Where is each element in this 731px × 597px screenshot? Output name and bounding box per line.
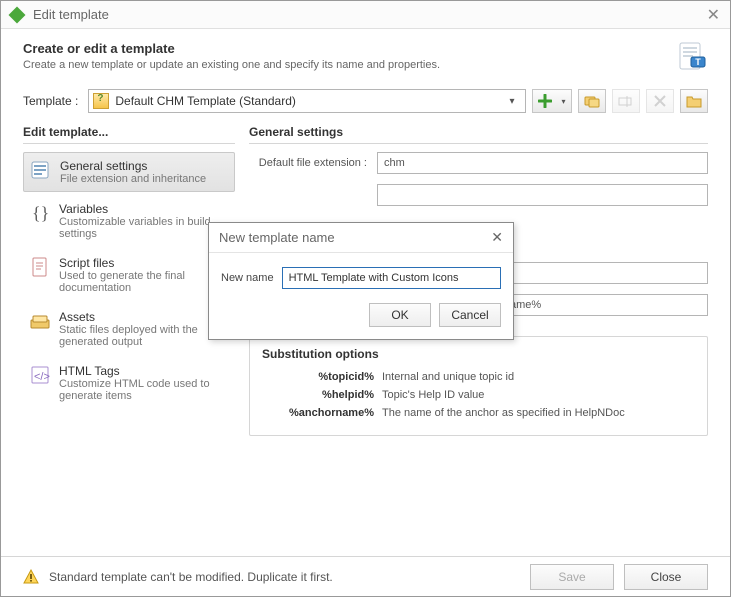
open-folder-button[interactable]: [680, 89, 708, 113]
close-icon[interactable]: ✕: [491, 229, 503, 246]
titlebar: Edit template ✕: [1, 1, 730, 29]
close-icon[interactable]: ✕: [707, 5, 720, 25]
new-template-name-dialog: New template name ✕ New name OK Cancel: [208, 222, 514, 340]
sidebar-item-script-files[interactable]: Script files Used to generate the final …: [23, 250, 235, 300]
add-template-button[interactable]: ▾: [532, 89, 572, 113]
subst-row: %anchorname% The name of the anchor as s…: [262, 407, 695, 419]
sidebar-item-variables[interactable]: {} Variables Customizable variables in b…: [23, 196, 235, 246]
ext-label: Default file extension :: [249, 157, 377, 169]
svg-text:T: T: [695, 57, 701, 67]
html-tags-icon: </>: [29, 364, 51, 386]
sidebar-item-general-settings[interactable]: General settings File extension and inhe…: [23, 152, 235, 192]
svg-text:</>: </>: [34, 371, 50, 383]
sidebar-item-label: Script files: [59, 256, 229, 270]
ext-input[interactable]: chm: [377, 152, 708, 174]
plus-icon: [538, 94, 552, 108]
cancel-button[interactable]: Cancel: [439, 303, 501, 327]
delete-template-button: [646, 89, 674, 113]
template-item-icon: [93, 93, 109, 109]
general-settings-icon: [30, 159, 52, 181]
inherit-input[interactable]: [377, 184, 708, 206]
sidebar-item-sublabel: Customizable variables in build settings: [59, 216, 229, 240]
panel-title: General settings: [249, 125, 708, 144]
svg-text:{}: {}: [32, 203, 49, 223]
folder-icon: [686, 94, 702, 108]
rename-icon: [618, 94, 634, 108]
sidebar-item-label: HTML Tags: [59, 364, 229, 378]
script-files-icon: [29, 256, 51, 278]
delete-x-icon: [654, 95, 666, 107]
close-button[interactable]: Close: [624, 564, 708, 590]
sidebar-item-sublabel: Used to generate the final documentation: [59, 270, 229, 294]
footer: Standard template can't be modified. Dup…: [1, 556, 730, 596]
chevron-down-icon: ▾: [561, 97, 565, 106]
dialog-titlebar: New template name ✕: [209, 223, 513, 253]
subst-row: %topicid% Internal and unique topic id: [262, 371, 695, 383]
assets-icon: [29, 310, 51, 332]
page-title: Create or edit a template: [23, 41, 676, 56]
sidebar-item-sublabel: Static files deployed with the generated…: [59, 324, 229, 348]
sidebar-item-sublabel: File extension and inheritance: [60, 173, 206, 185]
sidebar-title: Edit template...: [23, 125, 235, 144]
page-subtitle: Create a new template or update an exist…: [23, 59, 676, 71]
sidebar-item-sublabel: Customize HTML code used to generate ite…: [59, 378, 229, 402]
template-select-value: Default CHM Template (Standard): [115, 94, 503, 108]
window-title: Edit template: [33, 7, 707, 22]
sidebar-item-label: Assets: [59, 310, 229, 324]
subst-row: %helpid% Topic's Help ID value: [262, 389, 695, 401]
save-button: Save: [530, 564, 614, 590]
template-page-icon: T: [676, 41, 708, 73]
app-icon: [9, 6, 26, 23]
template-select[interactable]: Default CHM Template (Standard) ▾: [88, 89, 526, 113]
sidebar: Edit template... General settings File e…: [23, 125, 235, 548]
template-selector-row: Template : Default CHM Template (Standar…: [1, 83, 730, 119]
footer-message: Standard template can't be modified. Dup…: [49, 570, 520, 584]
ok-button[interactable]: OK: [369, 303, 431, 327]
new-name-input[interactable]: [282, 267, 501, 289]
warning-icon: [23, 569, 39, 585]
duplicate-template-button[interactable]: [578, 89, 606, 113]
folder-duplicate-icon: [584, 94, 600, 108]
new-name-label: New name: [221, 272, 274, 284]
rename-template-button: [612, 89, 640, 113]
sidebar-item-assets[interactable]: Assets Static files deployed with the ge…: [23, 304, 235, 354]
sidebar-item-html-tags[interactable]: </> HTML Tags Customize HTML code used t…: [23, 358, 235, 408]
sidebar-item-label: General settings: [60, 159, 206, 173]
subst-title: Substitution options: [262, 347, 695, 361]
header-section: Create or edit a template Create a new t…: [1, 29, 730, 83]
sidebar-item-label: Variables: [59, 202, 229, 216]
substitution-options: Substitution options %topicid% Internal …: [249, 336, 708, 436]
variables-icon: {}: [29, 202, 51, 224]
chevron-down-icon: ▾: [503, 96, 521, 107]
template-label: Template :: [23, 94, 78, 108]
dialog-title: New template name: [219, 230, 491, 245]
